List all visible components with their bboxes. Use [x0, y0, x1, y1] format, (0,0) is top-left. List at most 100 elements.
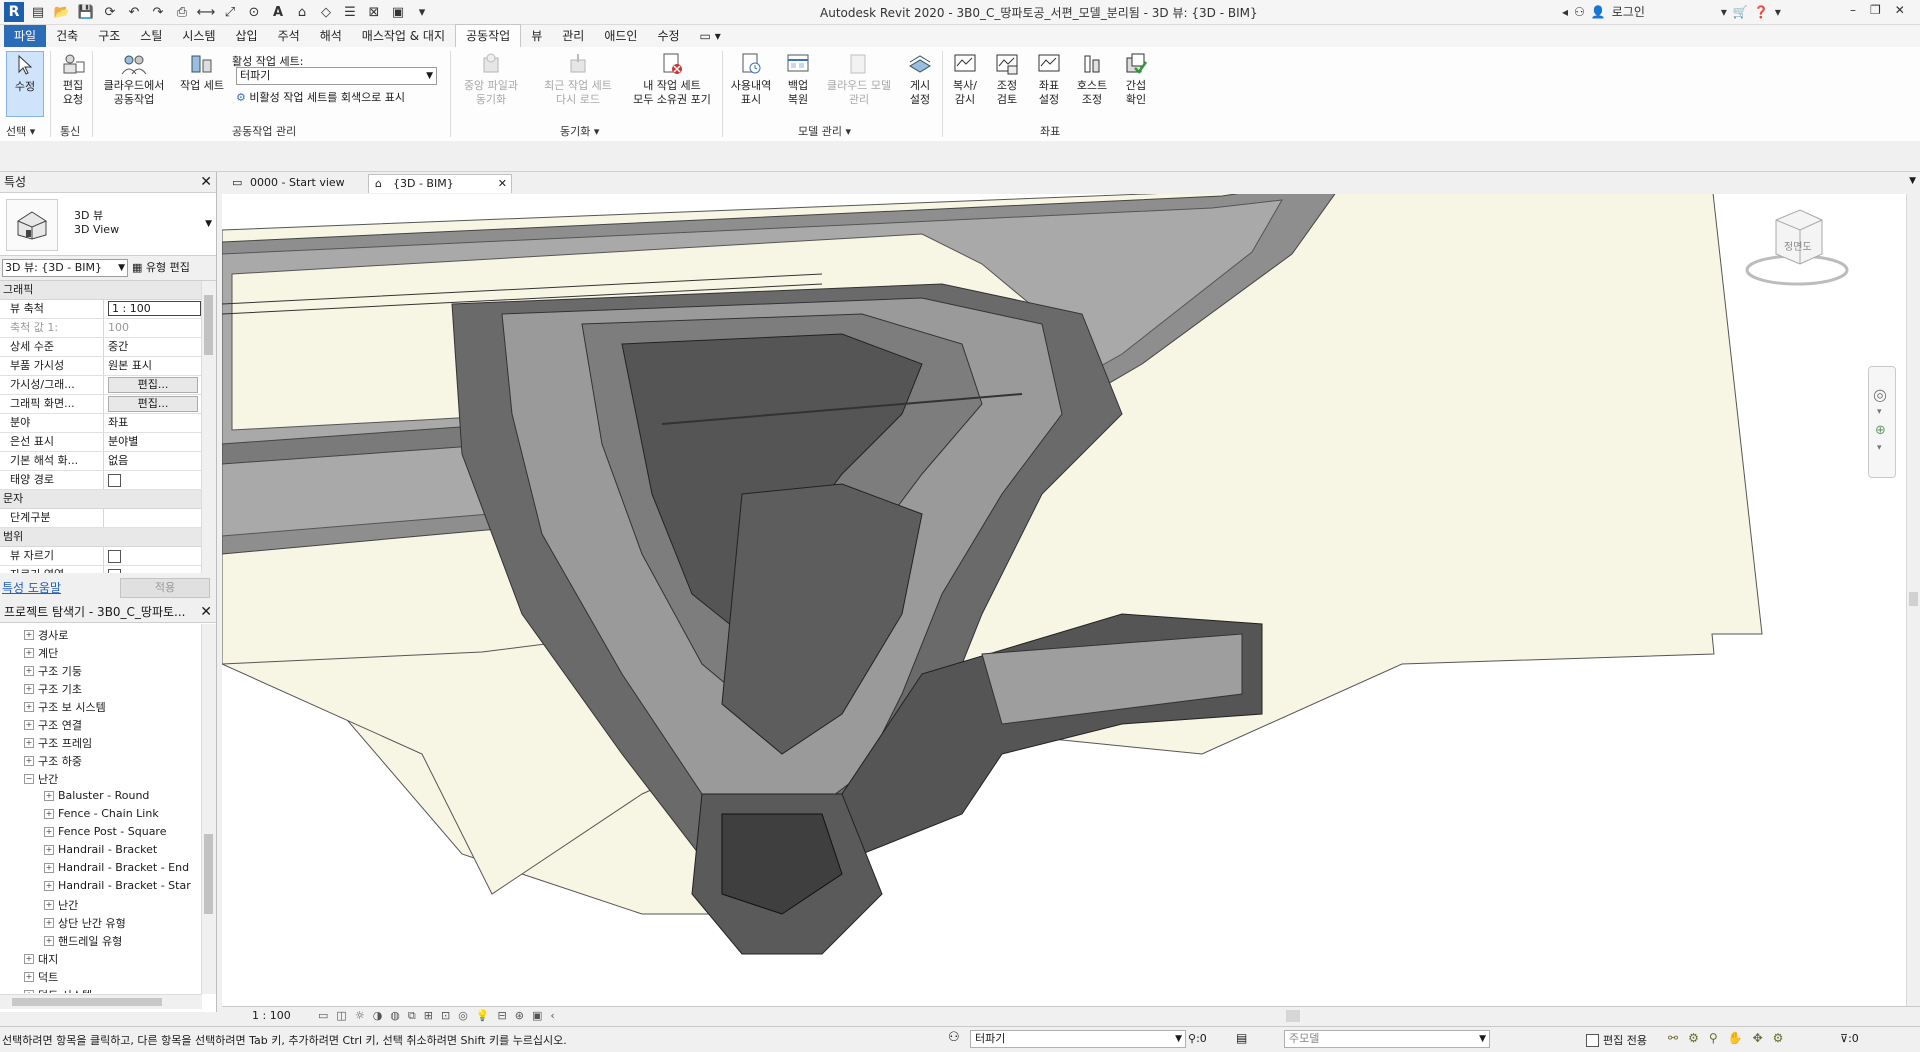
- tree-item[interactable]: + 상단 난간 유형: [44, 915, 126, 931]
- view-scale[interactable]: 1 : 100: [252, 1009, 291, 1022]
- tree-item[interactable]: + 덕트: [24, 969, 58, 985]
- detail-level-icon[interactable]: ▭: [318, 1009, 328, 1023]
- scale-input[interactable]: 1 : 100: [108, 301, 201, 316]
- property-value[interactable]: [104, 547, 216, 565]
- tree-item[interactable]: + 구조 기둥: [24, 663, 82, 679]
- tree-item[interactable]: + 구조 하중: [24, 753, 82, 769]
- section-icon[interactable]: ◇: [316, 2, 336, 22]
- ribbon-tab-8[interactable]: 매스작업 & 대지: [352, 25, 455, 47]
- tree-item[interactable]: + 난간: [44, 897, 78, 913]
- edit-button[interactable]: 편집...: [108, 377, 198, 393]
- property-category[interactable]: 그래픽⌃: [0, 281, 216, 300]
- chevron-down-icon[interactable]: ▾: [1877, 407, 1882, 417]
- ribbon-tab-5[interactable]: 삽입: [226, 25, 268, 47]
- hscroll-thumb[interactable]: [12, 998, 162, 1006]
- hscroll-thumb[interactable]: [1286, 1010, 1300, 1022]
- help-dropdown-icon[interactable]: ▾: [1775, 5, 1781, 19]
- thin-lines-icon[interactable]: ☰: [340, 2, 360, 22]
- tree-item[interactable]: + Handrail - Bracket - End: [44, 861, 189, 874]
- open-icon[interactable]: ▤: [28, 2, 48, 22]
- ribbon-tab-7[interactable]: 해석: [310, 25, 352, 47]
- property-value[interactable]: 없음: [104, 452, 216, 470]
- copy-monitor-button[interactable]: 복사/ 감시: [948, 51, 982, 107]
- ribbon-minimize-icon[interactable]: ▭ ▾: [690, 25, 731, 47]
- expand-icon[interactable]: +: [24, 666, 34, 676]
- tree-item[interactable]: − 난간: [24, 771, 58, 787]
- browser-scrollbar[interactable]: [201, 624, 216, 994]
- ribbon-tab-12[interactable]: 애드인: [594, 25, 647, 47]
- expand-icon[interactable]: +: [24, 972, 34, 982]
- user-icon[interactable]: 👤: [1591, 5, 1606, 19]
- sync-icon[interactable]: ⟳: [100, 2, 120, 22]
- tag-icon[interactable]: ⊙: [244, 2, 264, 22]
- show-history-button[interactable]: 사용내역 표시: [726, 51, 776, 107]
- expand-icon[interactable]: +: [24, 630, 34, 640]
- expand-icon[interactable]: +: [44, 844, 54, 855]
- select-by-face-icon[interactable]: ✋: [1728, 1031, 1743, 1045]
- tree-item[interactable]: + 구조 기초: [24, 681, 82, 697]
- group-select-label[interactable]: 선택 ▾: [6, 123, 35, 139]
- group-model-label[interactable]: 모델 관리 ▾: [798, 123, 851, 139]
- background-process-icon[interactable]: ⚙: [1773, 1031, 1784, 1045]
- filter-count[interactable]: ⊽:0: [1840, 1032, 1859, 1045]
- property-value[interactable]: 1 : 100: [104, 300, 216, 318]
- properties-help-link[interactable]: 특성 도움말: [2, 579, 61, 596]
- view-tab-3d-bim[interactable]: ⌂ {3D - BIM} ✕: [368, 174, 512, 193]
- visual-style-icon[interactable]: ◫: [336, 1009, 346, 1023]
- property-value[interactable]: [104, 509, 216, 527]
- rendering-icon[interactable]: ◍: [390, 1009, 400, 1023]
- expand-icon[interactable]: +: [44, 862, 54, 873]
- expand-icon[interactable]: +: [44, 918, 54, 928]
- gray-inactive-worksets-button[interactable]: ⚙ 비활성 작업 세트를 회색으로 표시: [236, 89, 405, 105]
- expand-icon[interactable]: +: [24, 684, 34, 694]
- tree-item[interactable]: + Handrail - Bracket - Star: [44, 879, 191, 892]
- switch-windows-icon[interactable]: ▣: [388, 2, 408, 22]
- view-tab-start[interactable]: ▭ 0000 - Start view: [226, 174, 353, 192]
- close-icon[interactable]: ✕: [200, 602, 212, 622]
- close-tab-icon[interactable]: ✕: [498, 175, 507, 193]
- print-icon[interactable]: ⎙: [172, 2, 192, 22]
- active-workset-select[interactable]: 터파기 ▼: [236, 67, 437, 85]
- sync-with-central-button[interactable]: 중앙 파일과 동기화: [456, 51, 526, 107]
- undo-icon[interactable]: ↶: [124, 2, 144, 22]
- cart-icon[interactable]: 🛒: [1733, 5, 1748, 19]
- shadows-icon[interactable]: ◑: [373, 1009, 383, 1023]
- binoculars-icon[interactable]: ⚇: [1574, 5, 1585, 19]
- relinquish-all-button[interactable]: 내 작업 세트 모두 소유권 포기: [626, 51, 718, 107]
- host-coordination-button[interactable]: 호스트 조정: [1072, 51, 1112, 107]
- reload-latest-button[interactable]: 최근 작업 세트 다시 로드: [536, 51, 620, 107]
- viewcube[interactable]: 정면도: [1742, 206, 1849, 286]
- property-category[interactable]: 문자⌃: [0, 490, 216, 509]
- worksets-button[interactable]: 작업 세트: [174, 51, 230, 93]
- zoom-icon[interactable]: ⊕: [1875, 423, 1886, 438]
- minimize-icon[interactable]: –: [1850, 3, 1856, 17]
- expand-icon[interactable]: +: [24, 738, 34, 748]
- restore-backup-button[interactable]: 백업 복원: [780, 51, 816, 107]
- property-checkbox[interactable]: [108, 569, 121, 573]
- redo-icon[interactable]: ↷: [148, 2, 168, 22]
- scroll-left-icon[interactable]: ‹: [550, 1009, 554, 1023]
- drag-elements-icon[interactable]: ✥: [1753, 1031, 1763, 1045]
- close-icon[interactable]: ✕: [200, 172, 212, 192]
- worksets-status-icon[interactable]: ⚇: [948, 1030, 960, 1045]
- workset-status-select[interactable]: 터파기 ▼: [970, 1030, 1186, 1048]
- ribbon-tab-13[interactable]: 수정: [647, 25, 689, 47]
- ribbon-tab-11[interactable]: 관리: [552, 25, 594, 47]
- editable-only-checkbox[interactable]: [1586, 1033, 1599, 1047]
- aligned-dimension-icon[interactable]: ⤢: [220, 2, 240, 22]
- close-window-icon[interactable]: ✕: [1895, 3, 1905, 17]
- ribbon-tab-3[interactable]: 스틸: [130, 25, 172, 47]
- default-3d-icon[interactable]: ⌂: [292, 2, 312, 22]
- tree-item[interactable]: + 구조 보 시스템: [24, 699, 106, 715]
- apply-button[interactable]: 적용: [120, 578, 210, 598]
- text-icon[interactable]: A: [268, 2, 288, 22]
- show-crop-icon[interactable]: ⊞: [424, 1009, 433, 1023]
- temp-view-icon[interactable]: ⊟: [498, 1009, 507, 1023]
- property-checkbox[interactable]: [108, 474, 121, 487]
- collapse-icon[interactable]: −: [24, 774, 34, 784]
- property-checkbox[interactable]: [108, 550, 121, 563]
- tree-item[interactable]: + 핸드레일 유형: [44, 933, 122, 949]
- coordination-review-button[interactable]: 조정 검토: [990, 51, 1024, 107]
- help-icon[interactable]: ❓: [1754, 5, 1769, 19]
- expand-icon[interactable]: +: [24, 720, 34, 730]
